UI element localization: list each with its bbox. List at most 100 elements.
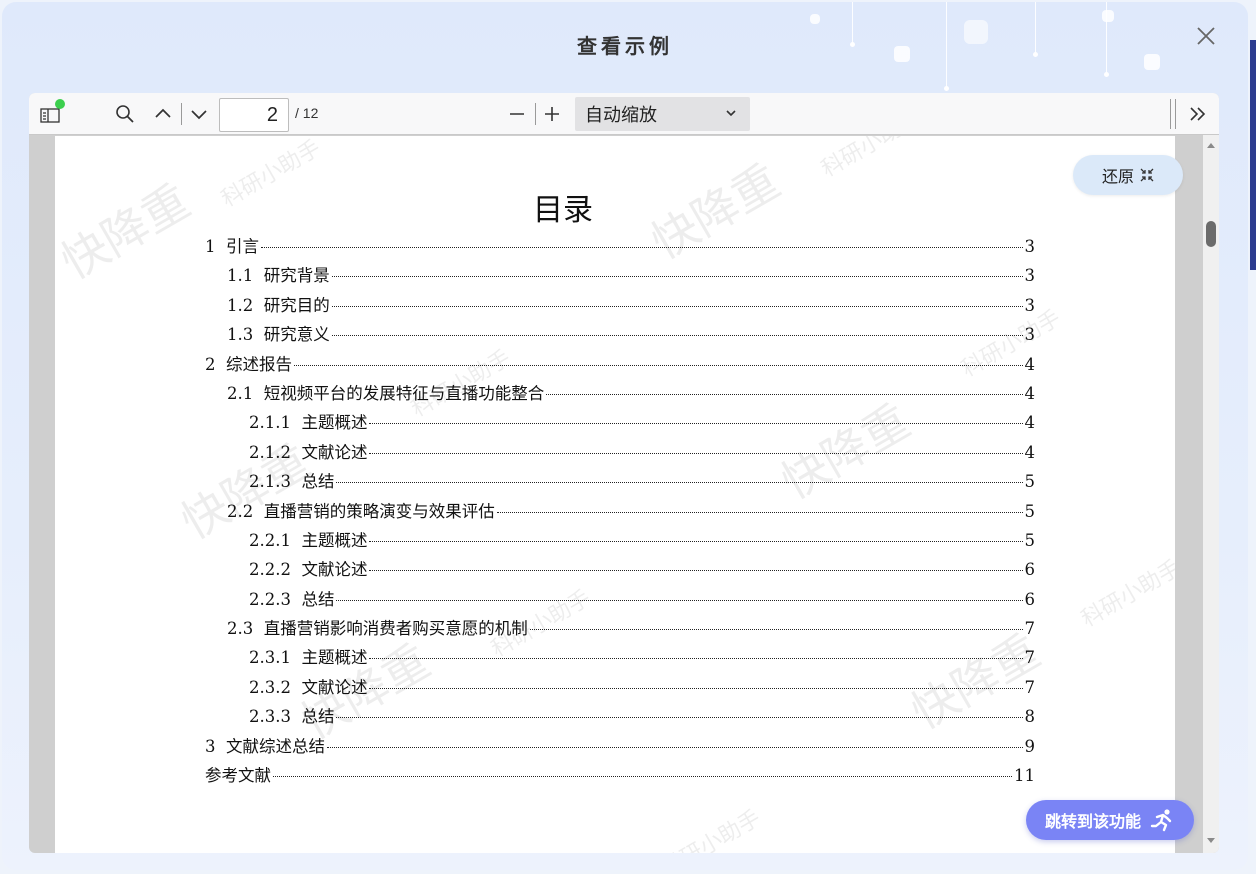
toc-entry-number: 2 (205, 354, 226, 374)
toc-entry-page: 7 (1024, 648, 1036, 668)
toc-entry-page: 4 (1024, 383, 1036, 403)
previous-page-button[interactable] (151, 102, 175, 126)
toc-entry-label: 主题概述 (301, 648, 368, 668)
toolbar-separator (1170, 99, 1171, 129)
close-icon (1197, 27, 1215, 45)
vertical-scrollbar[interactable] (1203, 135, 1219, 853)
plus-icon (545, 107, 559, 121)
toc-entry[interactable]: 2.3.3 总结 8 (205, 703, 1035, 732)
watermark: 科研小助手 (1077, 555, 1175, 633)
toc-entry-label: 总结 (301, 472, 335, 492)
restore-button-label: 还原 (1101, 167, 1134, 186)
collapse-icon (1140, 168, 1154, 182)
toc-entry[interactable]: 参考文献 11 (205, 762, 1035, 791)
toc-entry-label: 参考文献 (205, 766, 271, 786)
toc-dot-leader (273, 776, 1012, 778)
toc-entry-label: 主题概述 (301, 413, 368, 433)
toc-entry[interactable]: 2.2.2 文献论述 6 (205, 556, 1035, 585)
toc-entry-number: 2.2.1 (249, 530, 302, 550)
toc-dot-leader (369, 423, 1023, 425)
toc-entry-page: 5 (1024, 501, 1036, 521)
toc-entry-number: 3 (205, 736, 226, 756)
zoom-in-button[interactable] (540, 102, 564, 126)
toc-dot-leader (369, 570, 1023, 572)
page-total: / 12 (295, 105, 319, 121)
toc-entry-page: 7 (1024, 619, 1036, 639)
toc-dot-leader (546, 393, 1023, 395)
minus-icon (510, 113, 524, 115)
toc-entry[interactable]: 2.1.3 总结 5 (205, 468, 1035, 497)
search-icon (116, 105, 134, 123)
toc-entry[interactable]: 2.2.1 主题概述 5 (205, 527, 1035, 556)
toc-entry-label: 综述报告 (226, 354, 292, 374)
toc-entry[interactable]: 2.1.2 文献论述 4 (205, 439, 1035, 468)
toc-dot-leader (294, 364, 1023, 366)
decoration (944, 86, 949, 91)
toc-entry-number: 1.2 (227, 295, 264, 315)
toc-entry[interactable]: 2.2 直播营销的策略演变与效果评估 5 (205, 498, 1035, 527)
zoom-select[interactable]: 自动缩放 (575, 97, 750, 131)
toc-entry[interactable]: 2.3.2 文献论述 7 (205, 674, 1035, 703)
toc-dot-leader (327, 746, 1023, 748)
jump-to-feature-button[interactable]: 跳转到该功能 (1026, 800, 1194, 840)
toc-entry[interactable]: 2.2.3 总结 6 (205, 586, 1035, 615)
toc-entry-number: 2.1.1 (249, 413, 302, 433)
toc-entry[interactable]: 3 文献综述总结 9 (205, 733, 1035, 762)
toc-entry-label: 文献论述 (301, 677, 368, 697)
toc-entry[interactable]: 2.3 直播营销影响消费者购买意愿的机制 7 (205, 615, 1035, 644)
toc-entry-number: 2.2 (227, 501, 264, 521)
chevron-down-icon (191, 110, 207, 120)
toc-entry-label: 总结 (301, 589, 335, 609)
notification-dot (55, 99, 65, 109)
toc-entry[interactable]: 1.2 研究目的 3 (205, 292, 1035, 321)
close-button[interactable] (1194, 24, 1218, 48)
scroll-down-icon[interactable] (1206, 837, 1216, 845)
toc-entry[interactable]: 2 综述报告 4 (205, 351, 1035, 380)
toc-entry[interactable]: 1.1 研究背景 3 (205, 262, 1035, 291)
toc-dot-leader (496, 511, 1023, 513)
table-of-contents: 1 引言 3 1.1 研究背景 3 1.2 研究目的 3 1.3 研究意义 3 2 综述报告 4 2… (205, 233, 1035, 791)
toc-dot-leader (331, 335, 1023, 337)
zoom-select-value: 自动缩放 (585, 105, 657, 126)
scrollbar-thumb[interactable] (1206, 221, 1216, 247)
toc-entry-page: 3 (1024, 325, 1036, 345)
document-title: 目录 (533, 193, 593, 228)
decoration (1104, 72, 1109, 77)
zoom-out-button[interactable] (505, 102, 529, 126)
search-button[interactable] (113, 102, 137, 126)
toc-entry[interactable]: 2.1 短视频平台的发展特征与直播功能整合 4 (205, 380, 1035, 409)
toc-entry-label: 文献综述总结 (226, 736, 325, 756)
toc-dot-leader (336, 717, 1023, 719)
toc-entry-label: 主题概述 (301, 530, 368, 550)
scroll-up-icon[interactable] (1206, 141, 1216, 149)
toc-entry-number: 2.1.2 (249, 442, 302, 462)
toc-entry-label: 研究背景 (263, 266, 330, 286)
toc-entry-label: 文献论述 (301, 442, 368, 462)
tools-menu-button[interactable] (1185, 102, 1211, 126)
toc-entry-number: 2.3.1 (249, 648, 302, 668)
modal-title: 查看示例 (577, 34, 673, 58)
toc-entry-number: 1.3 (227, 325, 264, 345)
toc-entry-number: 2.2.3 (249, 589, 302, 609)
toc-entry-number: 2.1 (227, 383, 264, 403)
toc-entry-number: 2.1.3 (249, 472, 302, 492)
toolbar-separator (1175, 99, 1176, 129)
toc-entry-label: 研究目的 (263, 295, 330, 315)
toc-entry-page: 4 (1024, 413, 1036, 433)
next-page-button[interactable] (187, 102, 211, 126)
toc-entry-label: 引言 (226, 237, 259, 256)
sidebar-toggle-button[interactable] (37, 99, 65, 128)
double-chevron-right-icon (1190, 107, 1206, 121)
restore-button[interactable]: 还原 (1073, 155, 1183, 195)
toc-entry[interactable]: 1.3 研究意义 3 (205, 321, 1035, 350)
page-number-input[interactable] (219, 98, 289, 132)
toc-dot-leader (331, 276, 1023, 278)
toc-entry[interactable]: 1 引言 3 (205, 233, 1035, 262)
toc-entry[interactable]: 2.1.1 主题概述 4 (205, 409, 1035, 438)
toc-dot-leader (369, 687, 1023, 689)
toc-entry[interactable]: 2.3.1 主题概述 7 (205, 644, 1035, 673)
toolbar-separator (535, 103, 536, 125)
background-window-edge (1250, 40, 1256, 270)
toc-dot-leader (336, 482, 1023, 484)
toc-dot-leader (369, 658, 1023, 660)
